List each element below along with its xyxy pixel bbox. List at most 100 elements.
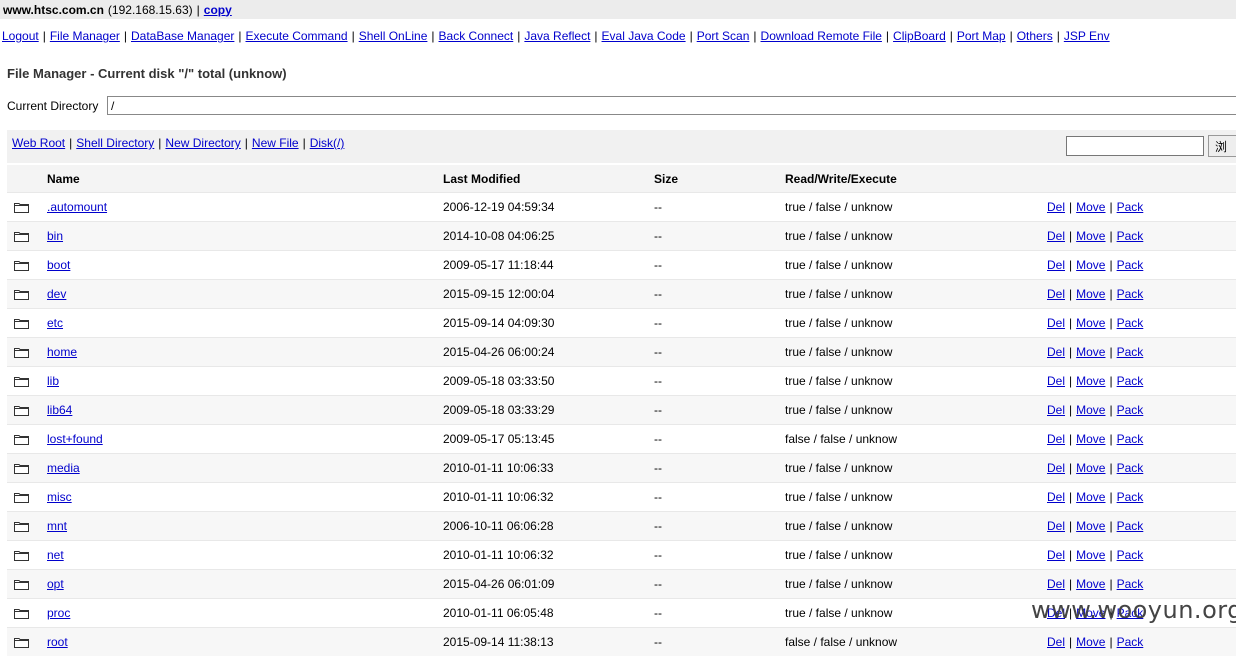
nav-link-others[interactable]: Others (1017, 29, 1053, 43)
action-separator: | (1105, 403, 1116, 417)
pack-link[interactable]: Pack (1117, 461, 1144, 475)
pack-link[interactable]: Pack (1117, 374, 1144, 388)
size-cell: -- (654, 628, 785, 656)
file-name-link[interactable]: lost+found (47, 432, 103, 446)
file-name-link[interactable]: root (47, 635, 68, 649)
file-name-link[interactable]: lib64 (47, 403, 72, 417)
del-link[interactable]: Del (1047, 229, 1065, 243)
del-link[interactable]: Del (1047, 577, 1065, 591)
last-modified-cell: 2010-01-11 10:06:32 (443, 541, 654, 570)
nav-link-shell-online[interactable]: Shell OnLine (359, 29, 428, 43)
move-link[interactable]: Move (1076, 432, 1105, 446)
pack-link[interactable]: Pack (1117, 200, 1144, 214)
del-link[interactable]: Del (1047, 258, 1065, 272)
action-separator: | (1065, 345, 1076, 359)
header-name[interactable]: Name (47, 165, 443, 193)
file-name-link[interactable]: .automount (47, 200, 107, 214)
nav-link-port-map[interactable]: Port Map (957, 29, 1006, 43)
move-link[interactable]: Move (1076, 316, 1105, 330)
move-link[interactable]: Move (1076, 345, 1105, 359)
del-link[interactable]: Del (1047, 461, 1065, 475)
file-name-link[interactable]: misc (47, 490, 72, 504)
del-link[interactable]: Del (1047, 432, 1065, 446)
size-cell: -- (654, 280, 785, 309)
toolbar-link-shell-directory[interactable]: Shell Directory (76, 136, 154, 150)
go-button[interactable]: 浏 (1208, 135, 1236, 157)
search-input[interactable] (1066, 136, 1204, 156)
nav-link-clipboard[interactable]: ClipBoard (893, 29, 946, 43)
move-link[interactable]: Move (1076, 287, 1105, 301)
move-link[interactable]: Move (1076, 635, 1105, 649)
del-link[interactable]: Del (1047, 200, 1065, 214)
size-cell: -- (654, 222, 785, 251)
file-name-link[interactable]: home (47, 345, 77, 359)
toolbar-link-disk-[interactable]: Disk(/) (310, 136, 345, 150)
file-name-link[interactable]: dev (47, 287, 66, 301)
move-link[interactable]: Move (1076, 229, 1105, 243)
header-size[interactable]: Size (654, 165, 785, 193)
move-link[interactable]: Move (1076, 403, 1105, 417)
file-name-link[interactable]: opt (47, 577, 64, 591)
move-link[interactable]: Move (1076, 461, 1105, 475)
file-name-link[interactable]: net (47, 548, 64, 562)
move-link[interactable]: Move (1076, 577, 1105, 591)
del-link[interactable]: Del (1047, 287, 1065, 301)
pack-link[interactable]: Pack (1117, 345, 1144, 359)
action-separator: | (1105, 519, 1116, 533)
nav-link-file-manager[interactable]: File Manager (50, 29, 120, 43)
del-link[interactable]: Del (1047, 345, 1065, 359)
table-row: lib2009-05-18 03:33:50--true / false / u… (7, 367, 1236, 396)
nav-link-database-manager[interactable]: DataBase Manager (131, 29, 234, 43)
action-separator: | (1105, 316, 1116, 330)
nav-link-port-scan[interactable]: Port Scan (697, 29, 750, 43)
move-link[interactable]: Move (1076, 490, 1105, 504)
nav-link-back-connect[interactable]: Back Connect (439, 29, 514, 43)
file-name-link[interactable]: mnt (47, 519, 67, 533)
del-link[interactable]: Del (1047, 635, 1065, 649)
file-name-link[interactable]: bin (47, 229, 63, 243)
move-link[interactable]: Move (1076, 548, 1105, 562)
pack-link[interactable]: Pack (1117, 548, 1144, 562)
toolbar-link-new-file[interactable]: New File (252, 136, 299, 150)
nav-link-execute-command[interactable]: Execute Command (246, 29, 348, 43)
del-link[interactable]: Del (1047, 490, 1065, 504)
file-name-link[interactable]: lib (47, 374, 59, 388)
move-link[interactable]: Move (1076, 258, 1105, 272)
file-name-link[interactable]: boot (47, 258, 70, 272)
move-link[interactable]: Move (1076, 519, 1105, 533)
pack-link[interactable]: Pack (1117, 577, 1144, 591)
toolbar-link-new-directory[interactable]: New Directory (165, 136, 240, 150)
pack-link[interactable]: Pack (1117, 403, 1144, 417)
del-link[interactable]: Del (1047, 403, 1065, 417)
nav-link-java-reflect[interactable]: Java Reflect (524, 29, 590, 43)
del-link[interactable]: Del (1047, 548, 1065, 562)
pack-link[interactable]: Pack (1117, 287, 1144, 301)
table-row: lost+found2009-05-17 05:13:45--false / f… (7, 425, 1236, 454)
move-link[interactable]: Move (1076, 200, 1105, 214)
action-separator: | (1105, 345, 1116, 359)
actions-cell: Del|Move|Pack (1047, 222, 1236, 251)
move-link[interactable]: Move (1076, 374, 1105, 388)
pack-link[interactable]: Pack (1117, 316, 1144, 330)
pack-link[interactable]: Pack (1117, 490, 1144, 504)
nav-link-logout[interactable]: Logout (2, 29, 39, 43)
pack-link[interactable]: Pack (1117, 432, 1144, 446)
folder-icon (14, 434, 29, 445)
del-link[interactable]: Del (1047, 374, 1065, 388)
toolbar-link-web-root[interactable]: Web Root (12, 136, 65, 150)
file-name-link[interactable]: media (47, 461, 80, 475)
nav-link-download-remote-file[interactable]: Download Remote File (761, 29, 882, 43)
pack-link[interactable]: Pack (1117, 519, 1144, 533)
pack-link[interactable]: Pack (1117, 635, 1144, 649)
del-link[interactable]: Del (1047, 316, 1065, 330)
pack-link[interactable]: Pack (1117, 229, 1144, 243)
nav-link-jsp-env[interactable]: JSP Env (1064, 29, 1110, 43)
file-name-link[interactable]: proc (47, 606, 70, 620)
pack-link[interactable]: Pack (1117, 258, 1144, 272)
copy-link[interactable]: copy (204, 3, 232, 17)
del-link[interactable]: Del (1047, 519, 1065, 533)
current-directory-input[interactable] (107, 96, 1236, 115)
header-last-modified[interactable]: Last Modified (443, 165, 654, 193)
file-name-link[interactable]: etc (47, 316, 63, 330)
nav-link-eval-java-code[interactable]: Eval Java Code (602, 29, 686, 43)
